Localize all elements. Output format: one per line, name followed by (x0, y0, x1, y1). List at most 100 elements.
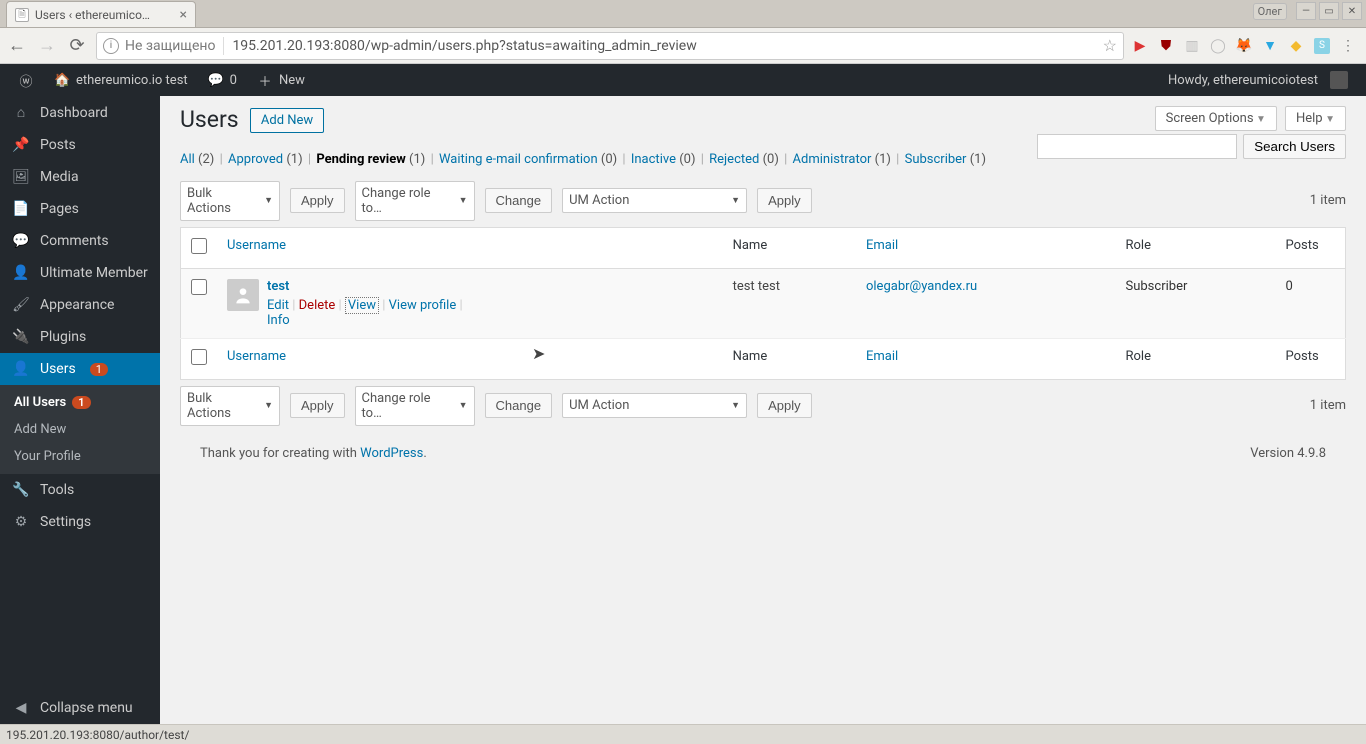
delete-link[interactable]: Delete (299, 298, 336, 313)
info-link[interactable]: Info (267, 313, 290, 328)
sidebar-item-plugins[interactable]: 🔌Plugins (0, 321, 160, 353)
change-role-button-bottom[interactable]: Change (485, 393, 553, 418)
ext-icon[interactable]: ▥ (1184, 38, 1200, 54)
users-submenu: All Users1 Add New Your Profile (0, 385, 160, 474)
filter-rejected[interactable]: Rejected (709, 152, 759, 167)
sidebar-item-comments[interactable]: 💬Comments (0, 225, 160, 257)
ext-icon[interactable]: ◯ (1210, 38, 1226, 54)
filter-waiting[interactable]: Waiting e-mail confirmation (439, 152, 598, 167)
reload-icon[interactable]: ⟳ (66, 35, 88, 57)
search-users-button[interactable]: Search Users (1243, 134, 1346, 159)
new-label: New (279, 73, 305, 88)
my-account[interactable]: Howdy, ethereumicoiotest (1158, 64, 1358, 96)
sidebar-item-dashboard[interactable]: ⌂Dashboard (0, 96, 160, 129)
select-all-top[interactable] (191, 238, 207, 254)
browser-menu-icon[interactable]: ⋮ (1340, 38, 1356, 54)
person-icon: 👤 (12, 265, 30, 281)
view-link[interactable]: View (345, 297, 379, 314)
change-role-button[interactable]: Change (485, 188, 553, 213)
comments-link[interactable]: 💬0 (198, 64, 247, 96)
filter-administrator[interactable]: Administrator (793, 152, 872, 167)
site-name: ethereumico.io test (76, 73, 188, 88)
submenu-all-users[interactable]: All Users1 (0, 389, 160, 416)
apply-bulk-button[interactable]: Apply (290, 188, 345, 213)
media-icon: 🖼 (12, 169, 30, 185)
wordpress-link[interactable]: WordPress (360, 446, 423, 461)
col-email[interactable]: Email (856, 227, 1116, 268)
close-window-icon[interactable]: ✕ (1342, 2, 1362, 20)
um-action-select-bottom[interactable]: UM Action (562, 393, 747, 418)
email-link[interactable]: olegabr@yandex.ru (866, 279, 977, 294)
items-count-bottom: 1 item (1310, 398, 1346, 413)
version: Version 4.9.8 (1250, 446, 1326, 461)
maximize-icon[interactable]: ▭ (1319, 2, 1339, 20)
apply-um-button[interactable]: Apply (757, 188, 812, 213)
tab-title: Users ‹ ethereumico… (35, 8, 150, 22)
submenu-add-new[interactable]: Add New (0, 416, 160, 443)
ext-icon[interactable]: 🦊 (1236, 38, 1252, 54)
sidebar-item-media[interactable]: 🖼Media (0, 161, 160, 193)
wrench-icon: 🔧 (12, 482, 30, 498)
bulk-actions-select[interactable]: Bulk Actions (180, 181, 280, 221)
add-new-button[interactable]: Add New (250, 108, 324, 133)
change-role-select[interactable]: Change role to… (355, 181, 475, 221)
minimize-icon[interactable]: — (1296, 2, 1316, 20)
view-profile-link[interactable]: View profile (389, 298, 457, 313)
sidebar-item-posts[interactable]: 📌Posts (0, 129, 160, 161)
filter-inactive[interactable]: Inactive (631, 152, 676, 167)
apply-bulk-button-bottom[interactable]: Apply (290, 393, 345, 418)
ext-icon[interactable]: S (1314, 38, 1330, 54)
search-users-input[interactable] (1037, 134, 1237, 159)
ext-icon[interactable]: ▶ (1132, 38, 1148, 54)
site-link[interactable]: 🏠 ethereumico.io test (44, 64, 198, 96)
users-table: Username Name Email Role Posts (180, 227, 1346, 380)
apply-um-button-bottom[interactable]: Apply (757, 393, 812, 418)
sidebar-item-ultimate-member[interactable]: 👤Ultimate Member (0, 257, 160, 289)
info-icon[interactable]: i (103, 38, 119, 54)
sidebar-item-users[interactable]: 👤Users1 (0, 353, 160, 385)
ext-icon[interactable]: ◆ (1288, 38, 1304, 54)
page-title: Users (180, 106, 239, 133)
filter-all[interactable]: All (180, 152, 195, 167)
divider (223, 37, 224, 55)
forward-icon[interactable]: → (36, 35, 58, 57)
col-email-foot[interactable]: Email (856, 338, 1116, 379)
table-row: test Edit | Delete | View | View profile… (181, 268, 1346, 338)
browser-status-bar: 195.201.20.193:8080/author/test/ (0, 724, 1366, 744)
screen-options-toggle[interactable]: Screen Options (1155, 106, 1277, 131)
row-checkbox[interactable] (191, 279, 207, 295)
username-link[interactable]: test (267, 279, 289, 294)
um-action-select[interactable]: UM Action (562, 188, 747, 213)
col-username[interactable]: Username (217, 227, 723, 268)
address-bar[interactable]: i Не защищено 195.201.20.193:8080/wp-adm… (96, 32, 1124, 60)
select-all-bottom[interactable] (191, 349, 207, 365)
new-content[interactable]: ＋New (247, 64, 315, 96)
sidebar-item-appearance[interactable]: 🖌Appearance (0, 289, 160, 321)
ext-icon[interactable]: ▼ (1262, 38, 1278, 54)
filter-approved[interactable]: Approved (228, 152, 283, 167)
change-role-select-bottom[interactable]: Change role to… (355, 386, 475, 426)
bookmark-star-icon[interactable]: ☆ (1103, 36, 1117, 55)
plug-icon: 🔌 (12, 329, 30, 345)
submenu-your-profile[interactable]: Your Profile (0, 443, 160, 470)
filter-subscriber[interactable]: Subscriber (905, 152, 967, 167)
col-role: Role (1116, 227, 1276, 268)
wp-logo[interactable]: ⓦ (8, 64, 44, 96)
help-toggle[interactable]: Help (1285, 106, 1346, 131)
sidebar-item-tools[interactable]: 🔧Tools (0, 474, 160, 506)
col-username-foot[interactable]: Username (217, 338, 723, 379)
name-cell: test test (723, 268, 856, 338)
close-tab-icon[interactable]: × (180, 7, 187, 23)
back-icon[interactable]: ← (6, 35, 28, 57)
edit-link[interactable]: Edit (267, 298, 289, 313)
sidebar-item-settings[interactable]: ⚙Settings (0, 506, 160, 538)
collapse-menu[interactable]: ◀Collapse menu (0, 692, 160, 724)
ext-icon[interactable]: ⛊ (1158, 38, 1174, 54)
bulk-actions-select-bottom[interactable]: Bulk Actions (180, 386, 280, 426)
content-area: Screen Options Help Users Add New Search… (160, 96, 1366, 724)
page-icon: 🗎 (15, 8, 29, 22)
home-icon: 🏠 (54, 73, 70, 88)
browser-tab[interactable]: 🗎 Users ‹ ethereumico… × (6, 1, 196, 27)
sidebar-item-pages[interactable]: 📄Pages (0, 193, 160, 225)
col-name-foot: Name (723, 338, 856, 379)
